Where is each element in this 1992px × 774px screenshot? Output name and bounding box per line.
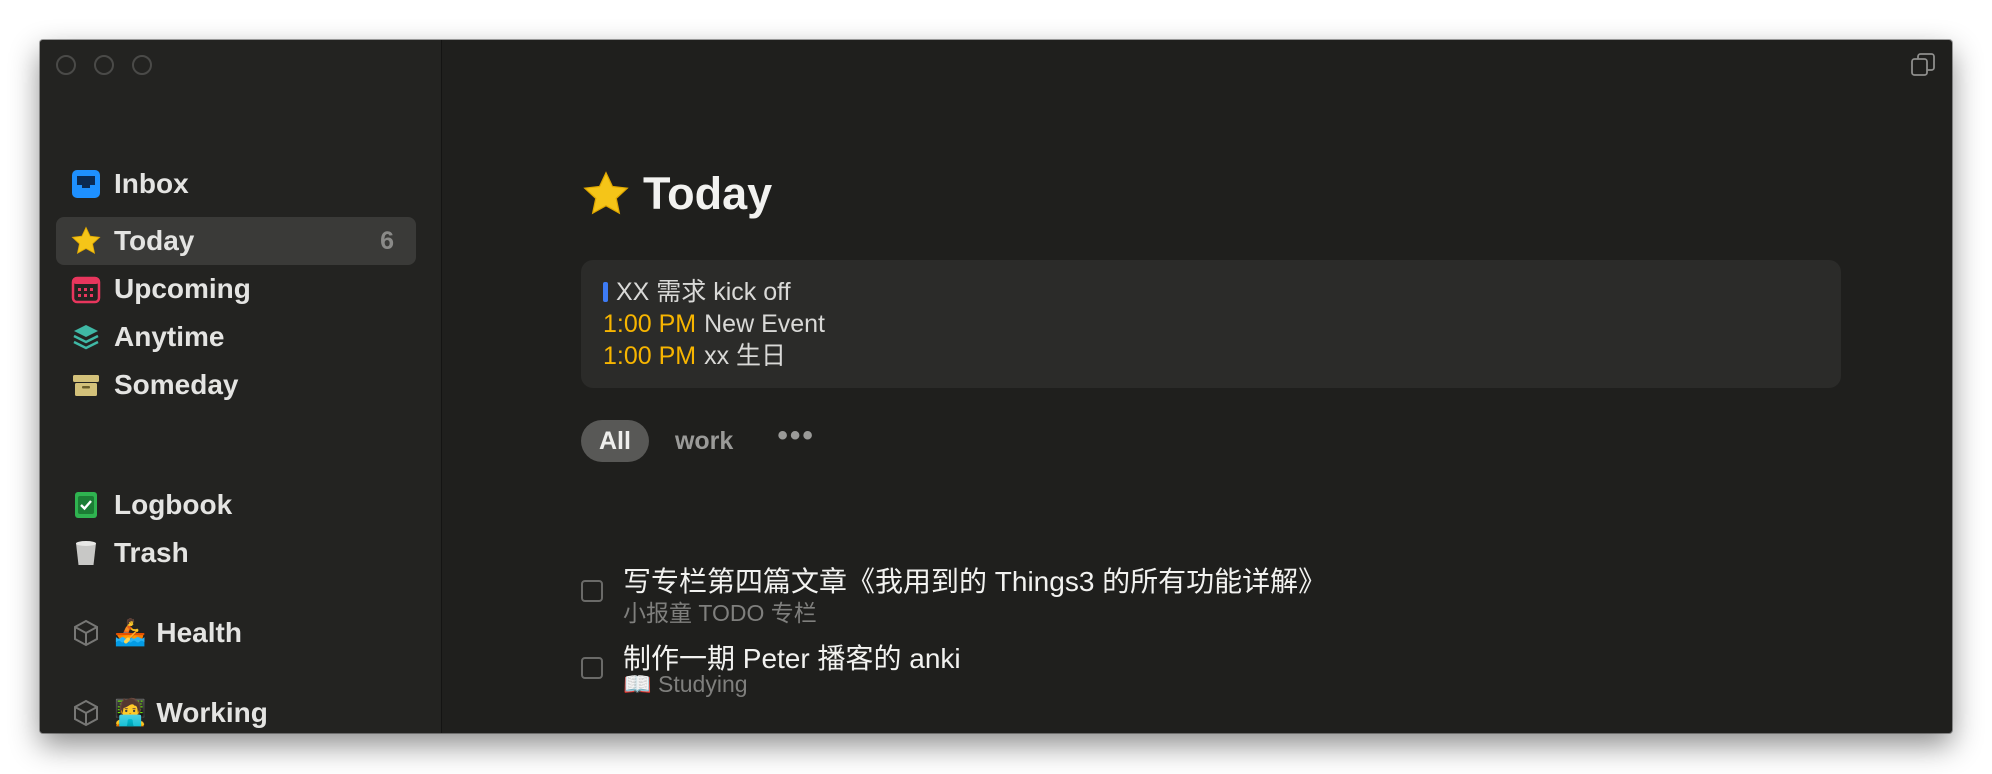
sidebar-item-label: Health — [156, 617, 242, 648]
sidebar-item-label: Today — [114, 225, 195, 256]
star-icon — [70, 225, 102, 257]
sidebar-item-label: Inbox — [114, 168, 189, 199]
new-window-icon[interactable] — [1910, 52, 1936, 78]
layers-icon — [70, 321, 102, 353]
tag-filter-bar: All work ••• — [581, 419, 841, 462]
sidebar-item-anytime[interactable]: Anytime — [56, 313, 416, 361]
event-title: New Event — [704, 310, 825, 338]
task-checkbox[interactable] — [581, 657, 603, 679]
sidebar-item-today[interactable]: Today 6 — [56, 217, 416, 265]
rowing-emoji-icon: 🚣 — [114, 618, 147, 648]
sidebar-item-trash[interactable]: Trash — [56, 529, 416, 577]
archive-box-icon — [70, 369, 102, 401]
calendar-events-panel[interactable]: XX 需求 kick off 1:00 PM New Event 1:00 PM… — [581, 260, 1841, 388]
event-time: 1:00 PM — [603, 310, 697, 338]
event-title: XX 需求 kick off — [616, 278, 791, 306]
event-time: 1:00 PM — [603, 342, 697, 370]
inbox-icon — [70, 168, 102, 200]
sidebar-item-health[interactable]: 🚣 Health — [56, 609, 416, 657]
sidebar-item-someday[interactable]: Someday — [56, 361, 416, 409]
calendar-event[interactable]: XX 需求 kick off — [603, 276, 1819, 308]
today-count-badge: 6 — [380, 226, 394, 255]
star-icon — [583, 171, 629, 215]
sidebar-item-working[interactable]: 🧑‍💻 Working — [56, 689, 416, 733]
page-title-text: Today — [643, 168, 773, 219]
filter-work[interactable]: work — [657, 420, 751, 462]
area-cube-icon — [70, 697, 102, 729]
trash-icon — [70, 537, 102, 569]
close-button[interactable] — [56, 55, 76, 75]
technologist-emoji-icon: 🧑‍💻 — [114, 698, 147, 728]
calendar-color-marker — [603, 282, 608, 302]
sidebar-item-label: Trash — [114, 537, 189, 568]
sidebar-item-upcoming[interactable]: Upcoming — [56, 265, 416, 313]
minimize-button[interactable] — [94, 55, 114, 75]
main-content: Today XX 需求 kick off 1:00 PM New Event 1… — [441, 40, 1952, 733]
more-filters-button[interactable]: ••• — [759, 419, 833, 462]
sidebar-item-label: Someday — [114, 369, 239, 400]
calendar-event[interactable]: 1:00 PM xx 生日 — [603, 340, 1819, 372]
window-controls — [56, 55, 152, 75]
sidebar-item-label: Logbook — [114, 489, 233, 520]
things-window: Inbox Today 6 Upcoming Anytime Someday L… — [40, 40, 1952, 733]
event-title: xx 生日 — [704, 342, 787, 370]
area-cube-icon — [70, 617, 102, 649]
sidebar: Inbox Today 6 Upcoming Anytime Someday L… — [40, 40, 442, 733]
sidebar-item-label: Working — [156, 697, 268, 728]
sidebar-item-logbook[interactable]: Logbook — [56, 481, 416, 529]
calendar-icon — [70, 273, 102, 305]
sidebar-item-label: Anytime — [114, 321, 225, 352]
logbook-icon — [70, 489, 102, 521]
page-title: Today — [581, 168, 772, 220]
task-project: 📖 Studying — [623, 671, 748, 697]
zoom-button[interactable] — [132, 55, 152, 75]
task-project: 小报童 TODO 专栏 — [623, 600, 817, 626]
filter-all[interactable]: All — [581, 420, 649, 462]
calendar-event[interactable]: 1:00 PM New Event — [603, 308, 1819, 340]
sidebar-item-inbox[interactable]: Inbox — [56, 160, 416, 208]
sidebar-item-label: Upcoming — [114, 273, 251, 304]
task-checkbox[interactable] — [581, 580, 603, 602]
